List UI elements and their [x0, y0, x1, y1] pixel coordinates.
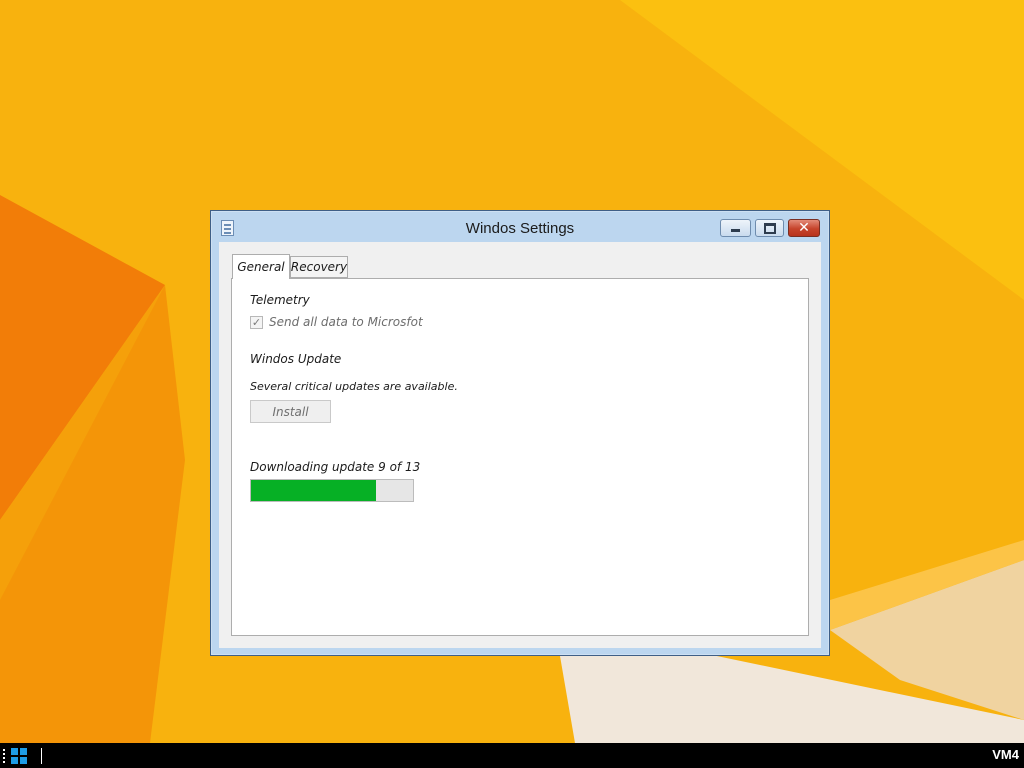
checkmark-icon: ✓ — [251, 316, 262, 329]
settings-window: Windos Settings ✕ General Recovery Telem… — [210, 210, 830, 656]
taskbar: VM4 — [0, 743, 1024, 768]
update-message: Several critical updates are available. — [250, 380, 458, 393]
maximize-icon — [763, 222, 776, 234]
telemetry-checkbox[interactable]: ✓ — [250, 316, 263, 329]
download-progress-bar — [250, 479, 414, 502]
minimize-button[interactable] — [720, 219, 751, 237]
close-icon: ✕ — [798, 220, 810, 236]
vm-label: VM4 — [992, 747, 1019, 762]
tab-recovery[interactable]: Recovery — [290, 256, 348, 278]
telemetry-heading: Telemetry — [250, 293, 310, 307]
progress-text: Downloading update 9 of 13 — [250, 460, 421, 474]
progress-fill — [251, 480, 376, 501]
telemetry-checkbox-label: Send all data to Microsfot — [269, 315, 423, 329]
close-button[interactable]: ✕ — [788, 219, 820, 237]
taskbar-grip[interactable] — [3, 749, 5, 763]
general-tab-panel: Telemetry ✓ Send all data to Microsfot W… — [231, 278, 809, 636]
install-button[interactable]: Install — [250, 400, 331, 423]
text-cursor — [41, 748, 42, 764]
minimize-icon — [731, 229, 740, 232]
title-bar[interactable]: Windos Settings ✕ — [211, 211, 829, 241]
window-client-area: General Recovery Telemetry ✓ Send all da… — [219, 242, 821, 648]
tab-general[interactable]: General — [232, 254, 290, 279]
update-heading: Windos Update — [250, 352, 342, 366]
windows-logo-icon[interactable] — [11, 748, 27, 764]
maximize-button[interactable] — [755, 219, 784, 237]
